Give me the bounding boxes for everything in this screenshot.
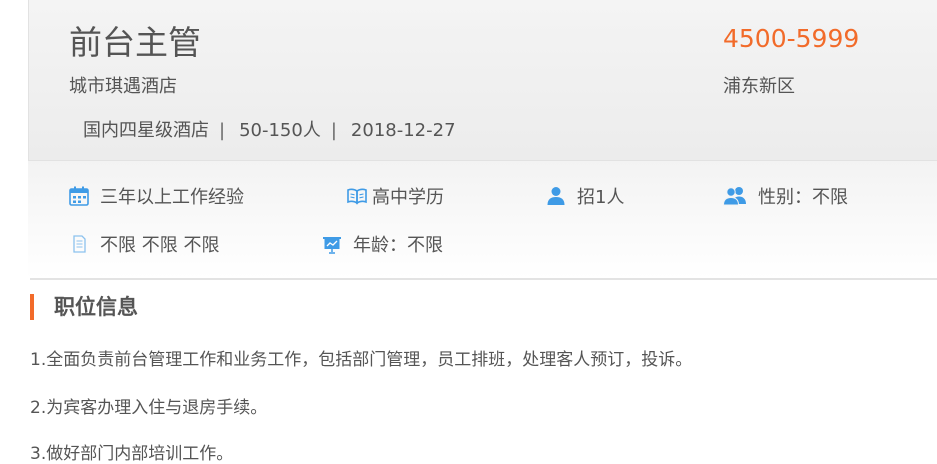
salary-range: 4500-5999 <box>723 24 860 53</box>
company-meta: 国内四星级酒店 | 50-150人 | 2018-12-27 <box>83 116 456 142</box>
job-title: 前台主管 <box>69 23 201 62</box>
job-header-card: 前台主管 城市琪遇酒店 国内四星级酒店 | 50-150人 | 2018-12-27 4… <box>28 0 937 161</box>
requirement-experience: 三年以上工作经验 <box>68 183 244 209</box>
requirement-gender: 性别：不限 <box>722 183 848 209</box>
requirement-label: 不限 不限 不限 <box>100 235 220 256</box>
meta-separator: | <box>219 120 226 141</box>
post-date: 2018-12-27 <box>350 120 456 141</box>
requirement-label: 三年以上工作经验 <box>100 187 244 208</box>
requirement-label: 高中学历 <box>372 187 444 208</box>
job-description-line: 1.全面负责前台管理工作和业务工作，包括部门管理，员工排班，处理客人预订，投诉。 <box>30 350 693 370</box>
requirement-label: 性别：不限 <box>758 187 848 208</box>
people-icon <box>722 185 748 207</box>
requirement-label: 招1人 <box>577 187 625 208</box>
job-description-line: 2.为宾客办理入住与退房手续。 <box>30 398 268 418</box>
document-icon <box>68 233 90 255</box>
calendar-icon <box>68 185 90 207</box>
meta-separator: | <box>330 120 337 141</box>
section-divider <box>30 278 937 280</box>
company-size: 50-150人 <box>239 120 321 141</box>
person-icon <box>545 185 567 207</box>
requirement-age: 年龄：不限 <box>321 231 443 257</box>
company-type: 国内四星级酒店 <box>83 120 209 141</box>
requirements-panel <box>28 161 937 279</box>
requirement-education: 高中学历 <box>346 183 444 209</box>
section-title: 职位信息 <box>30 294 138 320</box>
requirement-label: 年龄：不限 <box>353 235 443 256</box>
presentation-icon <box>321 233 343 255</box>
company-name[interactable]: 城市琪遇酒店 <box>69 72 177 98</box>
job-description-line: 3.做好部门内部培训工作。 <box>30 444 234 464</box>
requirement-other: 不限 不限 不限 <box>68 231 219 257</box>
job-location: 浦东新区 <box>723 76 795 97</box>
book-icon <box>346 185 368 207</box>
requirement-headcount: 招1人 <box>545 183 624 209</box>
